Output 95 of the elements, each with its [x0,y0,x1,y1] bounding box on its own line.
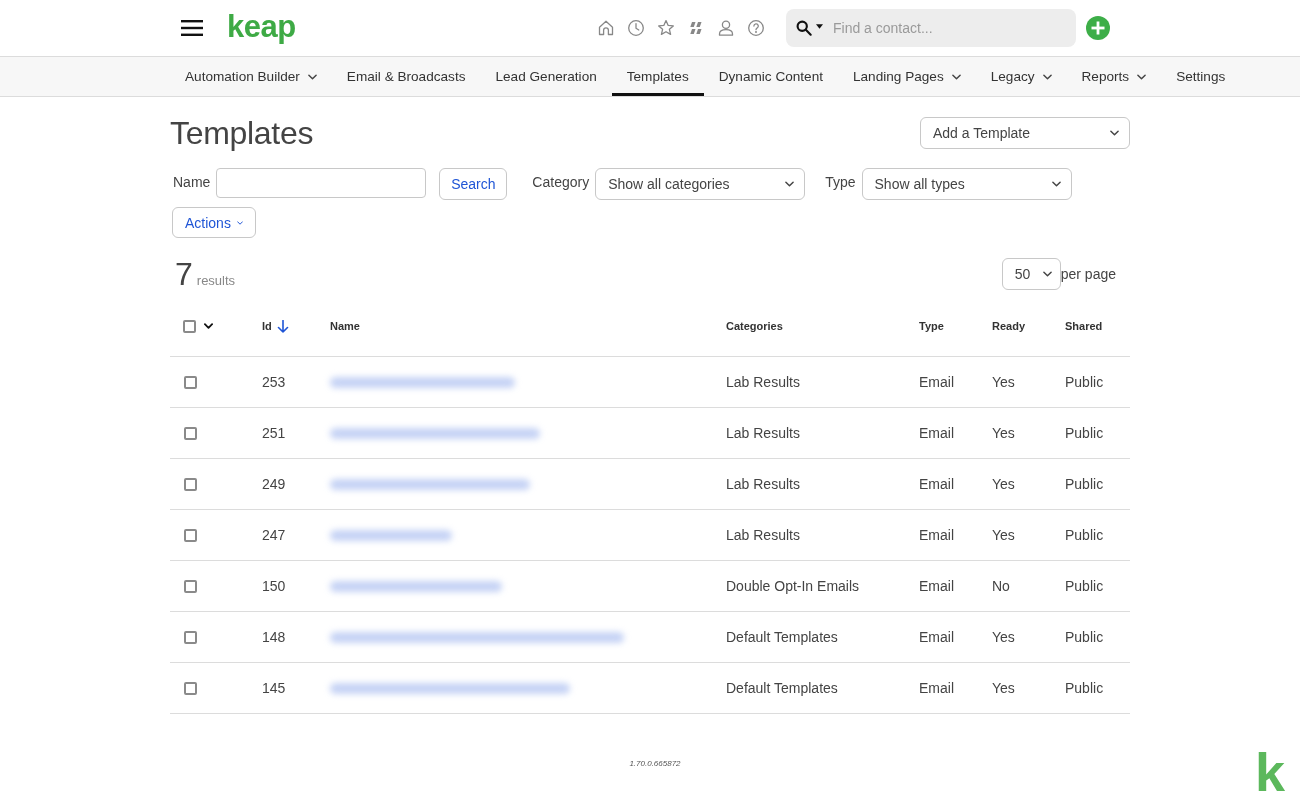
home-icon[interactable] [597,19,615,37]
clock-icon[interactable] [627,19,645,37]
chevron-icon [1110,130,1119,136]
search-button[interactable]: Search [439,168,508,200]
table-cell: No [992,578,1010,594]
table-cell: Public [1065,374,1104,390]
column-header[interactable]: Id [262,319,289,333]
chevron-icon [1042,271,1052,277]
table-cell: Public [1065,527,1104,543]
type-label: Type [825,173,856,190]
nav-tab[interactable]: Templates [611,57,704,96]
row-checkbox[interactable] [184,528,197,542]
row-checkbox[interactable] [184,579,197,593]
search-field[interactable]: Find a contact... [786,9,1076,47]
chevron-icon[interactable] [204,323,213,329]
table-cell: Public [1065,425,1104,441]
table-cell: 247 [262,527,286,543]
search-icon [796,20,812,36]
result-count: 7 [175,258,193,290]
table-cell: Public [1065,578,1104,594]
column-header[interactable]: Name [330,320,360,332]
table-cell: Yes [992,527,1015,543]
name-label: Name [173,173,211,190]
add-template-select[interactable]: Add a Template [920,117,1130,149]
help-icon[interactable] [747,19,765,37]
table-cell: Yes [992,374,1015,390]
page-title: Templates [170,117,314,149]
per-page-label: per page [1060,266,1116,282]
category-select[interactable]: Show all categories [595,168,806,200]
table-cell: 150 [262,578,286,594]
table-cell: 251 [262,425,286,441]
table-cell: Lab Results [726,374,800,390]
per-page-select[interactable]: 50 [1001,258,1061,290]
person-icon[interactable] [717,19,735,37]
row-checkbox[interactable] [184,630,197,644]
nav-tab[interactable]: Email & Broadcasts [331,57,481,96]
table-cell: Email [919,425,954,441]
table-cell: 148 [262,629,286,645]
search-input[interactable]: Find a contact... [831,19,1068,37]
table-cell: Lab Results [726,476,800,492]
column-header[interactable]: Categories [726,320,783,332]
nav-tab[interactable]: Landing Pages [838,57,976,96]
table-cell: Email [919,374,954,390]
row-checkbox[interactable] [184,375,197,389]
star-icon[interactable] [657,19,675,37]
chevron-icon [785,181,795,187]
table-cell: Yes [992,680,1015,696]
row-checkbox[interactable] [184,681,197,695]
category-label: Category [532,173,590,190]
table-cell: Public [1065,629,1104,645]
table-cell: Email [919,629,954,645]
nav-tab[interactable]: Dynamic Content [703,57,838,96]
caret-icon[interactable] [816,23,823,29]
results-label: results [196,273,236,288]
table-cell: 145 [262,680,286,696]
nav-tab[interactable]: Lead Generation [480,57,612,96]
table-cell: Public [1065,680,1104,696]
table-cell: Default Templates [726,680,838,696]
table-cell: Email [919,527,954,543]
row-checkbox[interactable] [184,426,197,440]
chevron-icon [236,219,243,226]
select-all-checkbox[interactable] [183,319,196,333]
table-cell: Yes [992,629,1015,645]
nav-tab[interactable]: Settings [1161,57,1241,96]
table-cell: Double Opt-In Emails [726,578,860,594]
column-header[interactable]: Ready [992,320,1026,332]
chevron-icon [307,73,317,80]
nav-tab[interactable]: Legacy [975,57,1067,96]
add-icon[interactable] [1086,16,1110,40]
chevron-icon [1042,73,1052,80]
chevron-icon [1051,181,1061,187]
table-cell: Email [919,680,954,696]
menu-icon[interactable] [181,20,203,36]
sort-arrow-icon [276,319,289,333]
type-select[interactable]: Show all types [861,168,1072,200]
table-cell: Yes [992,476,1015,492]
name-input[interactable] [216,168,427,198]
column-header[interactable]: Shared [1065,320,1103,332]
row-checkbox[interactable] [184,477,197,491]
table-cell: Public [1065,476,1104,492]
table-cell: 253 [262,374,286,390]
nav-tab[interactable]: Reports [1066,57,1162,96]
nav-tab[interactable]: Automation Builder [170,57,332,96]
table-cell: Default Templates [726,629,838,645]
table-cell: Lab Results [726,527,800,543]
chevron-icon [951,73,961,80]
table-cell: Yes [992,425,1015,441]
table-cell: Email [919,476,954,492]
version-text: 1.70.0.665872 [629,759,681,768]
chevron-icon [1137,73,1147,80]
table-cell: Email [919,578,954,594]
table-cell: 249 [262,476,286,492]
actions-button[interactable]: Actions [172,207,256,238]
table-cell: Lab Results [726,425,800,441]
column-header[interactable]: Type [919,320,944,332]
